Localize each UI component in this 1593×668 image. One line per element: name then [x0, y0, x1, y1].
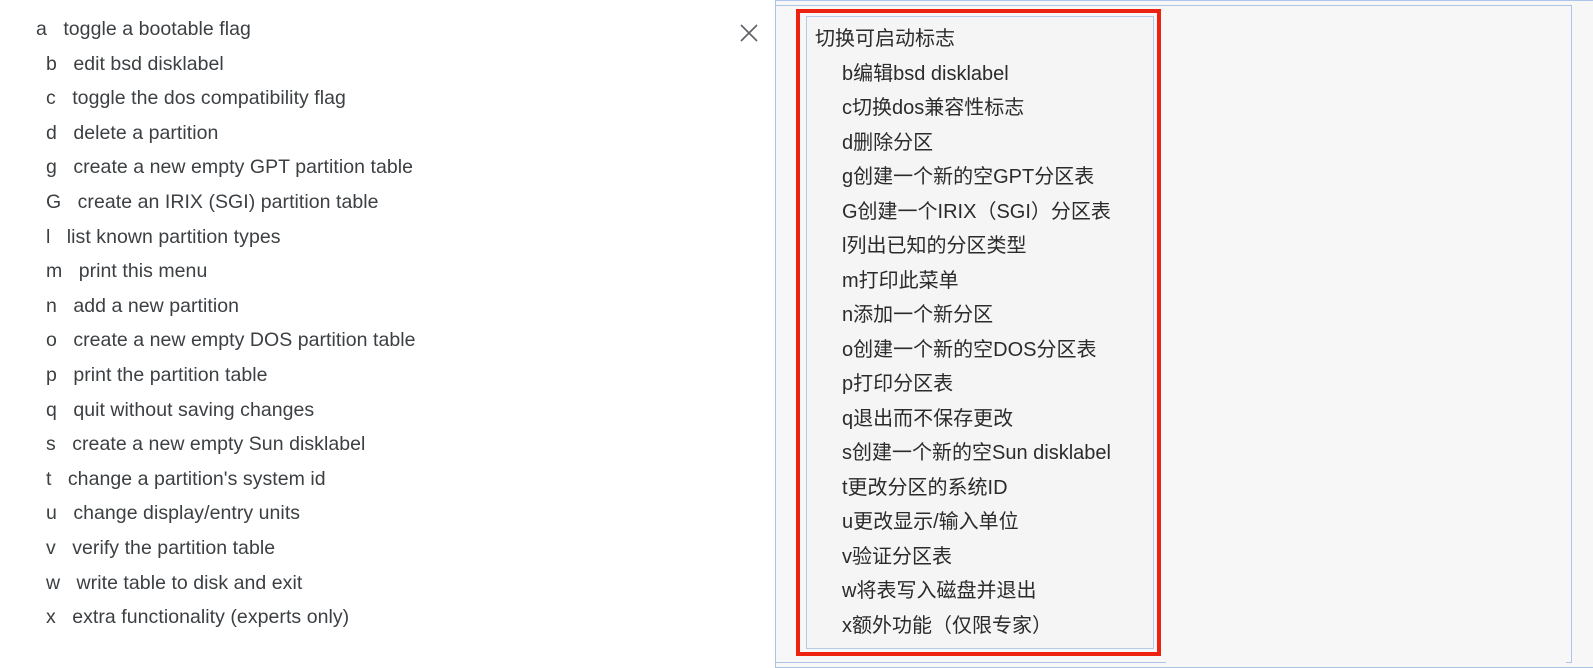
translation-textbox[interactable]: 切换可启动标志 b编辑bsd disklabel c切换dos兼容性标志 d删除分区 g…	[806, 16, 1154, 649]
source-line: q quit without saving changes	[0, 393, 720, 428]
source-line-description: quit without saving changes	[73, 398, 315, 421]
translation-line: q退出而不保存更改	[842, 407, 1014, 430]
source-line-gap	[56, 606, 72, 628]
source-line-gap	[50, 226, 66, 248]
source-line: l list known partition types	[0, 220, 720, 255]
translation-line: x额外功能（仅限专家）	[842, 614, 1052, 637]
translation-line: m打印此菜单	[842, 269, 959, 292]
translation-line: b编辑bsd disklabel	[842, 62, 1009, 85]
source-line-gap	[57, 122, 73, 144]
translation-line: o创建一个新的空DOS分区表	[842, 338, 1097, 361]
screen-root: a toggle a bootable flag b edit bsd diskl…	[0, 0, 1593, 668]
translation-line: n添加一个新分区	[842, 304, 994, 326]
source-line-gap	[57, 156, 73, 178]
source-line-key: b	[46, 52, 57, 75]
source-line-gap	[60, 572, 76, 594]
source-line: t change a partition's system id	[0, 462, 720, 497]
source-line: c toggle the dos compatibility flag	[0, 81, 720, 116]
translation-line: l列出已知的分区类型	[842, 235, 1027, 257]
source-line-gap	[57, 53, 73, 75]
source-line-description: list known partition types	[66, 225, 281, 248]
translation-line: g创建一个新的空GPT分区表	[842, 166, 1095, 188]
source-line-key: s	[46, 433, 56, 456]
source-line-key: g	[46, 156, 57, 179]
translation-line: G创建一个IRIX（SGI）分区表	[842, 200, 1111, 223]
source-line: p print the partition table	[0, 358, 720, 393]
source-text-pane: a toggle a bootable flag b edit bsd diskl…	[0, 0, 775, 668]
translation-line: d删除分区	[842, 131, 934, 154]
source-line-description: print this menu	[78, 260, 208, 283]
source-line-description: change display/entry units	[73, 502, 301, 525]
source-line-gap	[56, 87, 72, 109]
source-line-description: change a partition's system id	[67, 467, 326, 490]
source-line: n add a new partition	[0, 289, 720, 324]
source-line-gap	[57, 364, 73, 386]
source-line: a toggle a bootable flag	[0, 12, 720, 47]
source-line-description: verify the partition table	[72, 536, 276, 559]
translation-panel: 切换可启动标志 b编辑bsd disklabel c切换dos兼容性标志 d删除分区 g…	[775, 0, 1593, 668]
source-line-key: d	[46, 121, 57, 144]
translation-line: t更改分区的系统ID	[842, 476, 1008, 499]
source-line-key: v	[46, 536, 56, 559]
source-line-description: write table to disk and exit	[76, 571, 303, 594]
source-line-gap	[62, 260, 78, 282]
source-line-key: q	[46, 398, 57, 421]
source-line-gap	[47, 18, 63, 40]
source-line-gap	[57, 502, 73, 524]
source-line: u change display/entry units	[0, 496, 720, 531]
source-line-key: G	[46, 190, 62, 213]
source-line: m print this menu	[0, 254, 720, 289]
source-line-description: delete a partition	[73, 121, 219, 144]
translation-line: s创建一个新的空Sun disklabel	[842, 442, 1111, 464]
translation-blank-area	[1166, 12, 1566, 664]
source-line-gap	[56, 537, 72, 559]
translation-line: w将表写入磁盘并退出	[842, 580, 1037, 602]
source-line: w write table to disk and exit	[0, 566, 720, 601]
source-line-description: create a new empty DOS partition table	[73, 329, 416, 352]
source-line-description: create an IRIX (SGI) partition table	[77, 190, 379, 213]
source-line: x extra functionality (experts only)	[0, 600, 720, 635]
source-line-key: c	[46, 87, 56, 110]
translation-line: u更改显示/输入单位	[842, 511, 1019, 533]
source-line-description: add a new partition	[73, 294, 240, 317]
source-line-description: create a new empty GPT partition table	[73, 156, 414, 179]
translation-line: v验证分区表	[842, 545, 952, 568]
source-line-description: toggle the dos compatibility flag	[72, 87, 346, 110]
source-line-gap	[57, 399, 73, 421]
source-line-description: toggle a bootable flag	[63, 18, 251, 40]
source-command-list: a toggle a bootable flag b edit bsd diskl…	[0, 12, 720, 635]
source-line: o create a new empty DOS partition table	[0, 323, 720, 358]
source-line-description: extra functionality (experts only)	[72, 606, 350, 629]
source-line-key: w	[46, 571, 61, 594]
source-line-gap	[56, 433, 72, 455]
source-line-description: print the partition table	[73, 363, 268, 386]
translation-line-list: 切换可启动标志 b编辑bsd disklabel c切换dos兼容性标志 d删除分区 g…	[807, 22, 1153, 643]
close-icon[interactable]	[733, 17, 765, 49]
source-line-key: u	[46, 502, 57, 525]
source-line-description: create a new empty Sun disklabel	[72, 433, 366, 456]
source-line-description: edit bsd disklabel	[73, 52, 224, 75]
source-line: b edit bsd disklabel	[0, 47, 720, 82]
source-line: v verify the partition table	[0, 531, 720, 566]
translation-line: p打印分区表	[842, 373, 954, 395]
source-line-key: x	[46, 606, 56, 629]
source-line-gap	[61, 191, 77, 213]
source-line: s create a new empty Sun disklabel	[0, 427, 720, 462]
source-line-gap	[51, 468, 67, 490]
translation-line: 切换可启动标志	[815, 28, 955, 50]
source-line: G create an IRIX (SGI) partition table	[0, 185, 720, 220]
source-line-key: p	[46, 363, 57, 386]
source-line-key: a	[36, 18, 47, 40]
source-line-gap	[57, 295, 73, 317]
source-line-gap	[57, 329, 73, 351]
source-line-key: n	[46, 294, 57, 317]
source-line: d delete a partition	[0, 116, 720, 151]
translation-panel-frame: 切换可启动标志 b编辑bsd disklabel c切换dos兼容性标志 d删除分区 g…	[776, 5, 1572, 664]
source-line: g create a new empty GPT partition table	[0, 150, 720, 185]
source-line-key: o	[46, 329, 57, 352]
close-icon-glyph	[740, 24, 758, 42]
translation-line: c切换dos兼容性标志	[842, 97, 1025, 119]
source-line-key: m	[46, 260, 63, 283]
